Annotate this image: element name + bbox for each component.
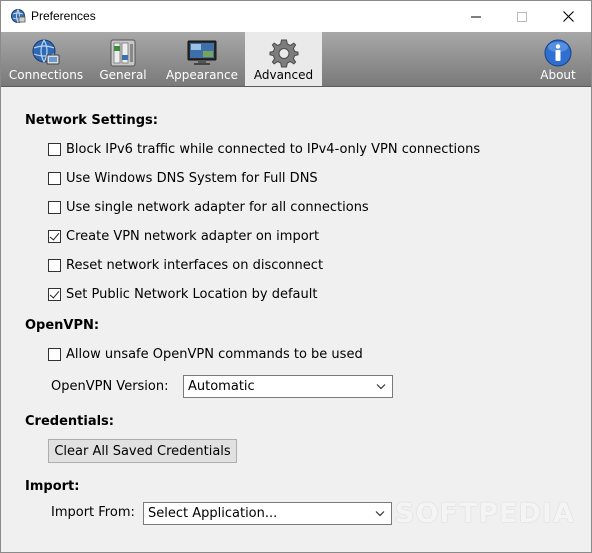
import-from-select[interactable]: Select Application...	[143, 502, 392, 525]
preferences-window: Preferences Connections General Appearan…	[0, 0, 592, 553]
tab-about[interactable]: About	[529, 32, 587, 86]
option-label: Reset network interfaces on disconnect	[66, 257, 324, 273]
option-unsafe-commands[interactable]: Allow unsafe OpenVPN commands to be used	[48, 346, 363, 362]
window-title: Preferences	[31, 9, 96, 23]
tab-advanced-label: Advanced	[253, 68, 314, 82]
close-icon	[562, 11, 574, 22]
tab-general-label: General	[99, 68, 147, 82]
import-from-label: Import From:	[51, 505, 135, 520]
option-public-location[interactable]: Set Public Network Location by default	[48, 286, 317, 302]
option-label: Block IPv6 traffic while connected to IP…	[66, 141, 481, 157]
monitor-icon	[187, 40, 217, 65]
minimize-icon	[471, 16, 481, 17]
checkbox[interactable]	[48, 200, 61, 214]
preferences-toolbar: Connections General Appearance Advanced …	[1, 32, 591, 87]
softpedia-watermark: SOFTPEDIA	[395, 498, 575, 529]
checkbox[interactable]	[48, 347, 61, 361]
credentials-heading: Credentials:	[25, 414, 114, 429]
openvpn-version-select[interactable]: Automatic	[183, 375, 393, 398]
checkbox[interactable]	[48, 171, 61, 185]
tab-appearance[interactable]: Appearance	[161, 32, 243, 86]
tab-general[interactable]: General	[92, 32, 154, 86]
option-reset-interfaces[interactable]: Reset network interfaces on disconnect	[48, 257, 323, 273]
openvpn-heading: OpenVPN:	[25, 318, 100, 333]
switches-icon	[110, 39, 136, 67]
openvpn-version-value: Automatic	[188, 379, 255, 394]
network-settings-heading: Network Settings:	[25, 113, 158, 128]
option-label: Allow unsafe OpenVPN commands to be used	[66, 346, 363, 362]
gear-icon	[269, 39, 298, 68]
chevron-down-icon	[376, 384, 386, 390]
checkbox-checked[interactable]	[48, 287, 61, 301]
option-label: Use single network adapter for all conne…	[66, 199, 369, 215]
info-icon	[544, 39, 572, 67]
option-single-adapter[interactable]: Use single network adapter for all conne…	[48, 199, 369, 215]
minimize-button[interactable]	[453, 1, 499, 32]
option-block-ipv6[interactable]: Block IPv6 traffic while connected to IP…	[48, 141, 480, 157]
checkbox-checked[interactable]	[48, 229, 61, 243]
import-heading: Import:	[25, 479, 80, 494]
close-button[interactable]	[545, 1, 591, 32]
option-label: Create VPN network adapter on import	[66, 228, 320, 244]
tab-appearance-label: Appearance	[165, 68, 239, 82]
option-windows-dns[interactable]: Use Windows DNS System for Full DNS	[48, 170, 318, 186]
maximize-icon	[517, 11, 527, 22]
tab-about-label: About	[540, 68, 576, 82]
globe-network-icon	[32, 39, 60, 65]
option-label: Set Public Network Location by default	[66, 286, 318, 302]
tab-connections-label: Connections	[8, 68, 84, 82]
tab-connections[interactable]: Connections	[1, 32, 91, 86]
chevron-down-icon	[375, 511, 385, 517]
maximize-button[interactable]	[499, 1, 545, 32]
import-from-value: Select Application...	[148, 506, 278, 521]
option-label: Use Windows DNS System for Full DNS	[66, 170, 318, 186]
tab-advanced[interactable]: Advanced	[245, 32, 322, 86]
option-create-adapter[interactable]: Create VPN network adapter on import	[48, 228, 319, 244]
checkbox[interactable]	[48, 142, 61, 156]
openvpn-version-label: OpenVPN Version:	[51, 379, 169, 394]
title-bar: Preferences	[1, 1, 591, 32]
app-globe-icon	[11, 9, 26, 23]
checkbox[interactable]	[48, 258, 61, 272]
clear-credentials-button[interactable]: Clear All Saved Credentials	[48, 439, 237, 463]
